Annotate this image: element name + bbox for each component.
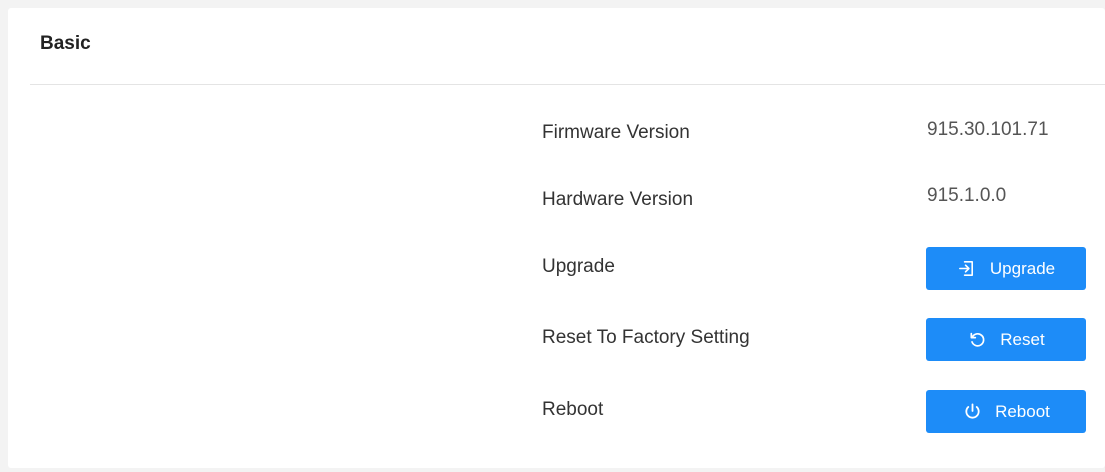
hardware-version-label: Hardware Version xyxy=(542,189,694,210)
header-divider xyxy=(30,84,1105,85)
reboot-button-label: Reboot xyxy=(995,401,1050,421)
basic-panel: Basic Firmware Version 915.30.101.71 Har… xyxy=(8,8,1105,468)
reboot-label: Reboot xyxy=(542,399,604,420)
reset-rotate-icon xyxy=(967,330,987,350)
reset-button-label: Reset xyxy=(1000,329,1045,349)
panel-title: Basic xyxy=(40,33,91,54)
power-icon xyxy=(962,402,982,422)
hardware-version-value: 915.1.0.0 xyxy=(927,185,1007,206)
upgrade-button[interactable]: Upgrade xyxy=(926,247,1086,290)
upgrade-button-label: Upgrade xyxy=(989,258,1056,278)
upgrade-import-icon xyxy=(957,259,977,279)
firmware-version-value: 915.30.101.71 xyxy=(927,119,1049,140)
reset-button[interactable]: Reset xyxy=(926,318,1086,361)
panel-header: Basic xyxy=(8,8,1105,84)
firmware-version-label: Firmware Version xyxy=(542,122,690,143)
upgrade-label: Upgrade xyxy=(542,256,615,277)
reboot-button[interactable]: Reboot xyxy=(926,390,1086,433)
reset-factory-label: Reset To Factory Setting xyxy=(542,327,750,348)
